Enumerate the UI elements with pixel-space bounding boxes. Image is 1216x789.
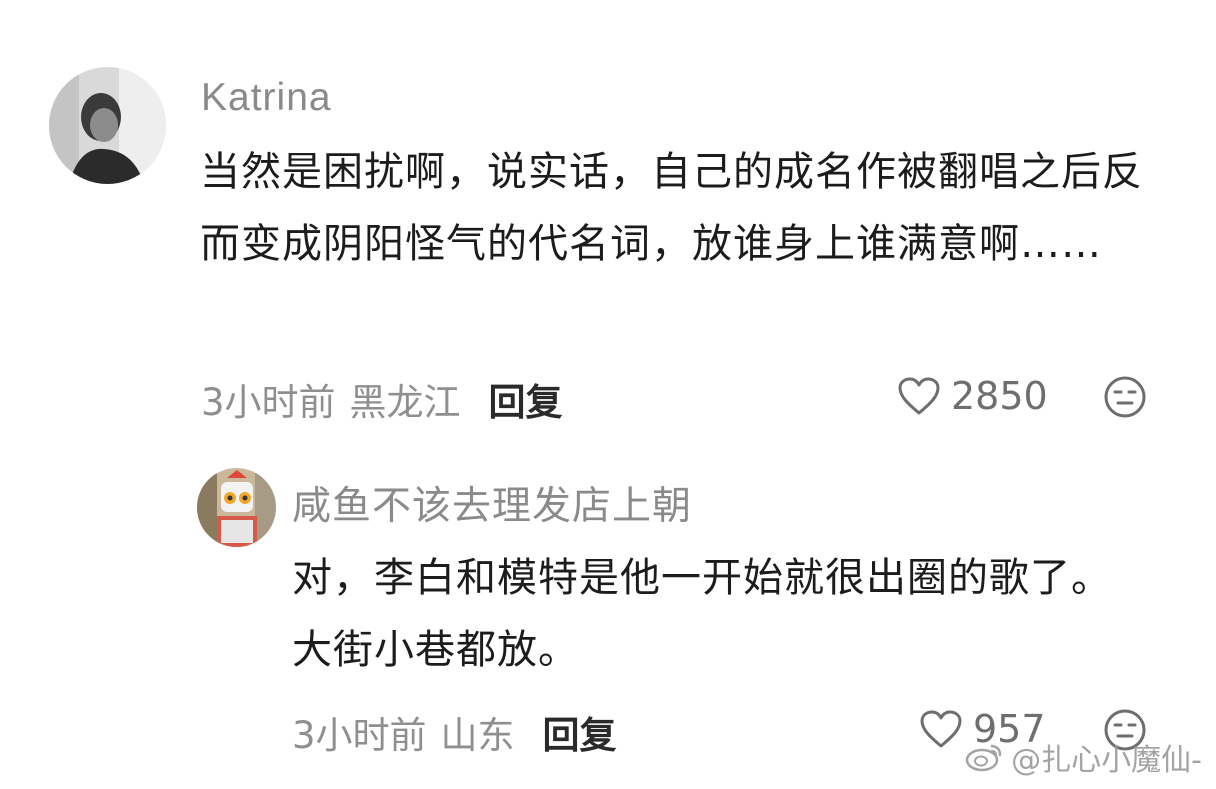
- heart-outline-icon: [920, 710, 962, 748]
- comment-time: 3小时前: [292, 714, 427, 757]
- comment-meta: 3小时前 山东 回复: [292, 705, 617, 759]
- comment-thread: Katrina 当然是困扰啊，说实话，自己的成名作被翻唱之后反而变成阴阳怪气的代…: [0, 0, 1216, 789]
- avatar-image: [197, 468, 276, 547]
- watermark-text: @扎心小魔仙-: [1011, 743, 1202, 778]
- reply-button[interactable]: 回复: [543, 705, 617, 759]
- reply-item: 咸鱼不该去理发店上朝 对，李白和模特是他一开始就很出圈的歌了。大街小巷都放。 3…: [0, 0, 1216, 789]
- comment-location: 山东: [440, 714, 515, 757]
- comment-text: 对，李白和模特是他一开始就很出圈的歌了。大街小巷都放。: [292, 555, 1112, 673]
- watermark: @扎心小魔仙-: [965, 735, 1202, 779]
- weibo-logo-icon: [965, 744, 1002, 772]
- username[interactable]: 咸鱼不该去理发店上朝: [292, 475, 692, 531]
- avatar[interactable]: [197, 468, 276, 547]
